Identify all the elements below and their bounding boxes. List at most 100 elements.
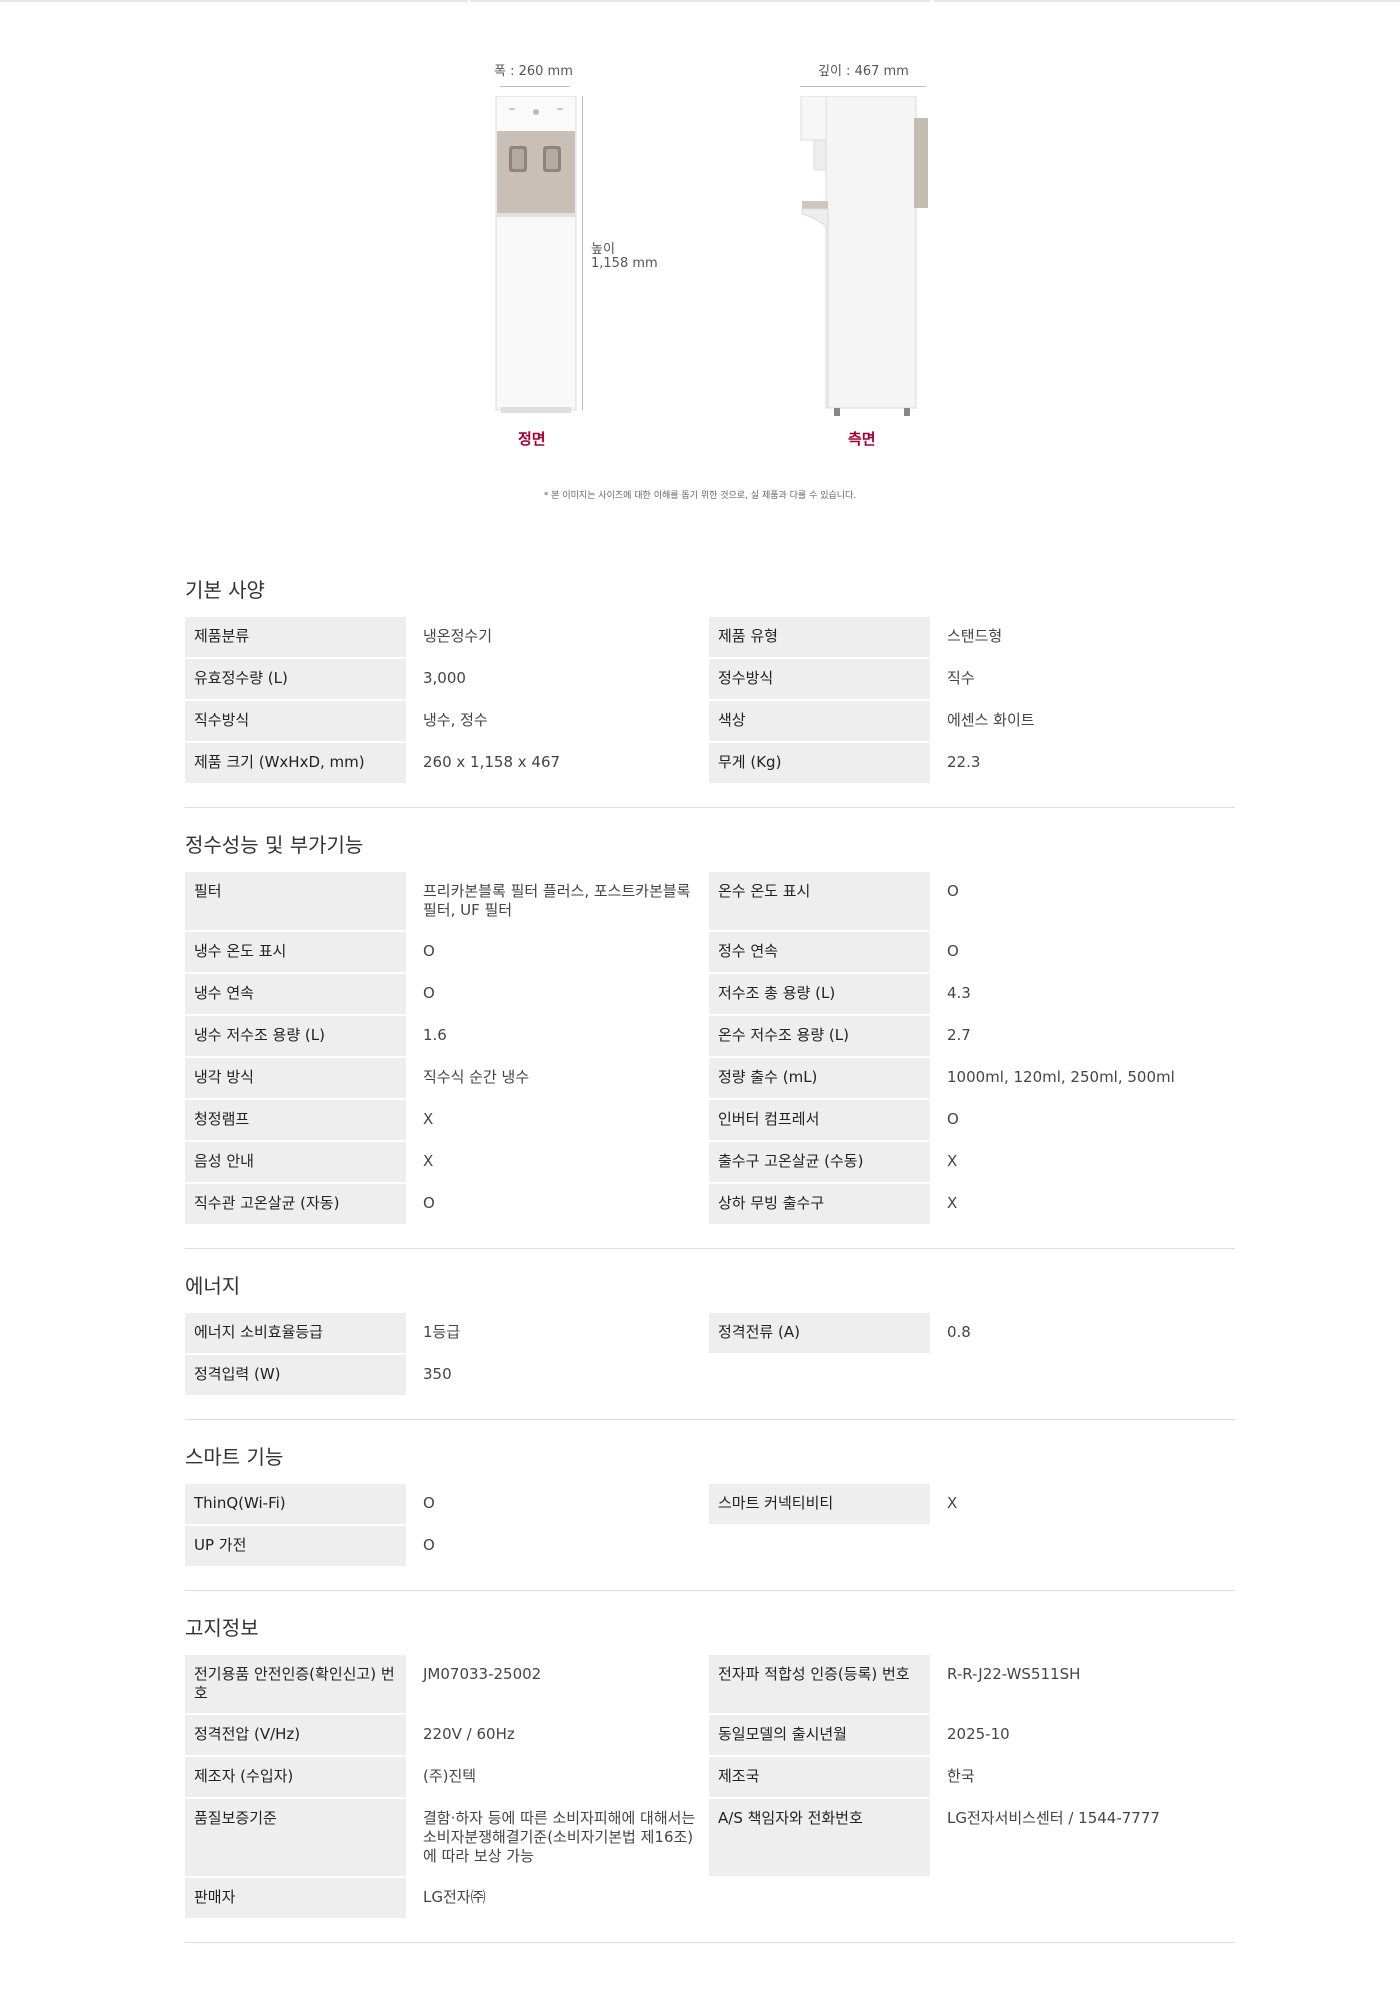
spec-value: X <box>947 1152 958 1170</box>
spec-table: 전기용품 안전인증(확인신고) 번호 JM07033-25002 전자파 적합성 인… <box>185 1655 1235 1918</box>
spec-label: 유효정수량 (L) <box>185 659 406 699</box>
height-label-line-2: 1,158 mm <box>591 256 658 271</box>
spec-value: 1.6 <box>423 1026 447 1044</box>
spec-value: 4.3 <box>947 984 971 1002</box>
spec-empty-cell <box>709 1355 930 1395</box>
section-title: 에너지 <box>185 1274 241 1298</box>
spec-section: 기본 사양 제품분류 냉온정수기 제품 유형 스탠드형 유효정수량 (L) 3,000 정수방… <box>185 575 1235 808</box>
spec-value: X <box>947 1194 958 1212</box>
spec-label: A/S 책임자와 전화번호 <box>709 1799 930 1876</box>
front-view-image <box>495 96 577 413</box>
spec-value: O <box>423 1536 435 1554</box>
spec-value: X <box>423 1110 434 1128</box>
spec-label: ThinQ(Wi-Fi) <box>185 1484 406 1524</box>
spec-label: 정격전압 (V/Hz) <box>185 1715 406 1755</box>
spec-value: 2.7 <box>947 1026 971 1044</box>
product-dimension-figure: 폭 : 260 mm 높이 1,158 mm 정면 깊이 : 467 mm 측면… <box>0 0 1400 520</box>
spec-value: 프리카본블록 필터 플러스, 포스트카본블록 필터, UF 필터 <box>423 882 691 919</box>
spec-value: 22.3 <box>947 753 981 771</box>
front-view-label: 정면 <box>518 430 546 448</box>
spec-label: 품질보증기준 <box>185 1799 406 1876</box>
spec-value: 1등급 <box>423 1323 461 1341</box>
width-label: 폭 : 260 mm <box>494 64 573 79</box>
spec-table: 필터 프리카본블록 필터 플러스, 포스트카본블록 필터, UF 필터 온수 온도 … <box>185 872 1235 1224</box>
spec-value: 에센스 화이트 <box>947 711 1035 729</box>
spec-empty-cell <box>930 1878 1235 1918</box>
spec-label: 냉수 연속 <box>185 974 406 1014</box>
spec-section: 스마트 기능 ThinQ(Wi-Fi) O 스마트 커넥티비티 X UP 가전 O <box>185 1442 1235 1591</box>
spec-label: 무게 (Kg) <box>709 743 930 783</box>
spec-value: 스탠드형 <box>947 627 1003 645</box>
spec-label: 냉각 방식 <box>185 1058 406 1098</box>
spec-label: 전기용품 안전인증(확인신고) 번호 <box>185 1655 406 1713</box>
spec-value: LG전자서비스센터 / 1544-7777 <box>947 1809 1160 1827</box>
spec-value: LG전자㈜ <box>423 1888 486 1906</box>
spec-value: 냉온정수기 <box>423 627 493 645</box>
spec-value: 결함·하자 등에 따른 소비자피해에 대해서는 소비자분쟁해결기준(소비자기본법… <box>423 1809 696 1865</box>
spec-table: 제품분류 냉온정수기 제품 유형 스탠드형 유효정수량 (L) 3,000 정수방식 직수 직수… <box>185 617 1235 783</box>
spec-table: 에너지 소비효율등급 1등급 정격전류 (A) 0.8 정격입력 (W) 350 <box>185 1313 1235 1395</box>
spec-label: 음성 안내 <box>185 1142 406 1182</box>
spec-label: 전자파 적합성 인증(등록) 번호 <box>709 1655 930 1713</box>
spec-label: 제조국 <box>709 1757 930 1797</box>
spec-value: 3,000 <box>423 669 466 687</box>
spec-value: 350 <box>423 1365 452 1383</box>
spec-label: 냉수 온도 표시 <box>185 932 406 972</box>
spec-label: 정량 출수 (mL) <box>709 1058 930 1098</box>
spec-value: O <box>423 942 435 960</box>
spec-value: X <box>947 1494 958 1512</box>
spec-label: 정수방식 <box>709 659 930 699</box>
spec-label: 냉수 저수조 용량 (L) <box>185 1016 406 1056</box>
spec-value: R-R-J22-WS511SH <box>947 1665 1081 1683</box>
spec-label: UP 가전 <box>185 1526 406 1566</box>
spec-label: 에너지 소비효율등급 <box>185 1313 406 1353</box>
section-title: 정수성능 및 부가기능 <box>185 833 364 857</box>
spec-label: 정격전류 (A) <box>709 1313 930 1353</box>
spec-label: 정수 연속 <box>709 932 930 972</box>
spec-label: 동일모델의 출시년월 <box>709 1715 930 1755</box>
spec-value: 직수식 순간 냉수 <box>423 1068 530 1086</box>
spec-empty-cell <box>930 1355 1235 1395</box>
spec-label: 상하 무빙 출수구 <box>709 1184 930 1224</box>
spec-value: JM07033-25002 <box>423 1665 542 1683</box>
spec-value: O <box>423 1194 435 1212</box>
depth-label: 깊이 : 467 mm <box>818 64 909 79</box>
spec-empty-cell <box>709 1878 930 1918</box>
spec-value: 220V / 60Hz <box>423 1725 515 1743</box>
spec-table: ThinQ(Wi-Fi) O 스마트 커넥티비티 X UP 가전 O <box>185 1484 1235 1566</box>
spec-label: 필터 <box>185 872 406 930</box>
height-dimension-line <box>582 96 583 410</box>
spec-section: 정수성능 및 부가기능필터 프리카본블록 필터 플러스, 포스트카본블록 필터, … <box>185 830 1235 1249</box>
spec-label: 저수조 총 용량 (L) <box>709 974 930 1014</box>
spec-label: 온수 저수조 용량 (L) <box>709 1016 930 1056</box>
spec-label: 스마트 커넥티비티 <box>709 1484 930 1524</box>
spec-value: O <box>423 1494 435 1512</box>
spec-label: 청정램프 <box>185 1100 406 1140</box>
spec-sections: 기본 사양 제품분류 냉온정수기 제품 유형 스탠드형 유효정수량 (L) 3,000 정수방… <box>185 575 1235 1965</box>
spec-label: 제조자 (수입자) <box>185 1757 406 1797</box>
spec-label: 판매자 <box>185 1878 406 1918</box>
width-dimension-line <box>500 86 570 87</box>
height-label-line-1: 높이 <box>591 242 615 257</box>
spec-value: O <box>947 882 959 900</box>
side-view-label: 측면 <box>848 430 876 448</box>
spec-value: X <box>423 1152 434 1170</box>
spec-value: 0.8 <box>947 1323 971 1341</box>
spec-value: (주)진텍 <box>423 1767 477 1785</box>
section-title: 기본 사양 <box>185 578 265 602</box>
spec-label: 제품 크기 (WxHxD, mm) <box>185 743 406 783</box>
side-view-image <box>800 96 928 416</box>
spec-value: O <box>423 984 435 1002</box>
spec-label: 직수방식 <box>185 701 406 741</box>
spec-label: 제품 유형 <box>709 617 930 657</box>
depth-dimension-line <box>800 86 926 87</box>
spec-value: 직수 <box>947 669 975 687</box>
image-disclaimer: * 본 이미지는 사이즈에 대한 이해를 돕기 위한 것으로, 실 제품과 다를… <box>543 491 857 501</box>
spec-value: 1000ml, 120ml, 250ml, 500ml <box>947 1068 1175 1086</box>
spec-value: 냉수, 정수 <box>423 711 488 729</box>
spec-value: 2025-10 <box>947 1725 1010 1743</box>
spec-label: 온수 온도 표시 <box>709 872 930 930</box>
spec-label: 직수관 고온살균 (자동) <box>185 1184 406 1224</box>
spec-value: 한국 <box>947 1767 975 1785</box>
spec-section: 에너지 에너지 소비효율등급 1등급 정격전류 (A) 0.8 정격입력 (W) 350 <box>185 1271 1235 1420</box>
